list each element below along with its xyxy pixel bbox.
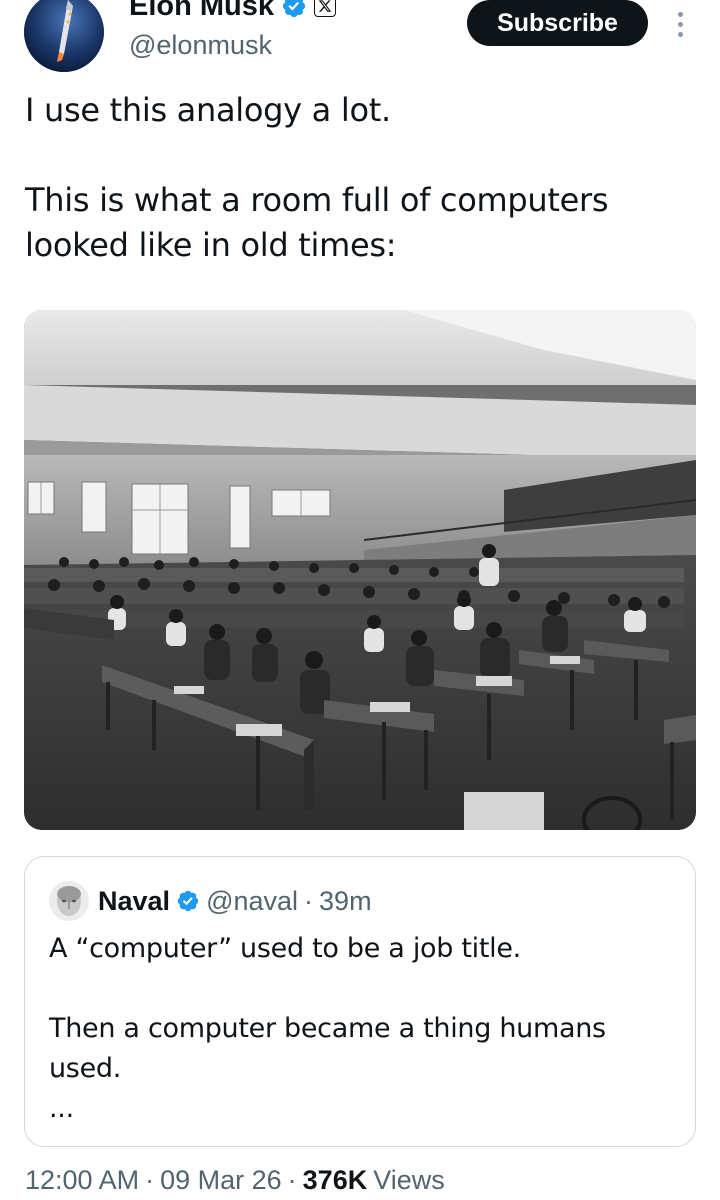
views-label: Views [373,1165,445,1195]
subscribe-button[interactable]: Subscribe [467,0,648,46]
quote-line: Then a computer became a thing humans us… [49,1013,606,1084]
verified-badge-icon[interactable] [281,0,307,19]
verified-badge-icon [177,890,199,912]
separator-dot: · [287,1165,297,1195]
quote-author-handle[interactable]: @naval [206,886,298,917]
separator-dot: · [145,1165,155,1195]
tweet-line: This is what a room full of computers lo… [25,181,609,264]
quote-text: A “computer” used to be a job title. The… [49,929,679,1129]
more-vertical-icon[interactable] [668,6,692,42]
quote-line: A “computer” used to be a job title. [49,933,521,964]
author-name[interactable]: Elon Musk [129,0,274,24]
quote-timestamp[interactable]: 39m [319,886,372,917]
quoted-tweet[interactable]: Naval @naval · 39m A “computer” used to … [24,856,696,1147]
views-count[interactable]: 376K [303,1162,368,1198]
statue-avatar-icon [49,881,89,921]
tweet-meta: 12:00 AM · 09 Mar 26 · 376K Views [25,1162,445,1198]
rocket-avatar-icon [24,0,104,72]
photo-image [24,310,696,830]
tweet-date[interactable]: 09 Mar 26 [160,1162,282,1198]
author-name-row: Elon Musk [129,0,337,24]
x-logo-icon[interactable] [314,0,337,17]
separator-dot: · [304,885,314,916]
quote-author-name[interactable]: Naval [98,886,170,917]
quote-ellipsis: ... [49,1093,74,1124]
author-avatar[interactable] [24,0,104,72]
tweet-time[interactable]: 12:00 AM [25,1162,139,1198]
quote-header: Naval @naval · 39m [98,881,372,921]
quote-author-avatar[interactable] [49,881,89,921]
tweet-photo[interactable] [24,310,696,830]
tweet-line: I use this analogy a lot. [25,91,391,129]
author-handle[interactable]: @elonmusk [129,28,272,62]
tweet-text: I use this analogy a lot. This is what a… [25,88,695,268]
